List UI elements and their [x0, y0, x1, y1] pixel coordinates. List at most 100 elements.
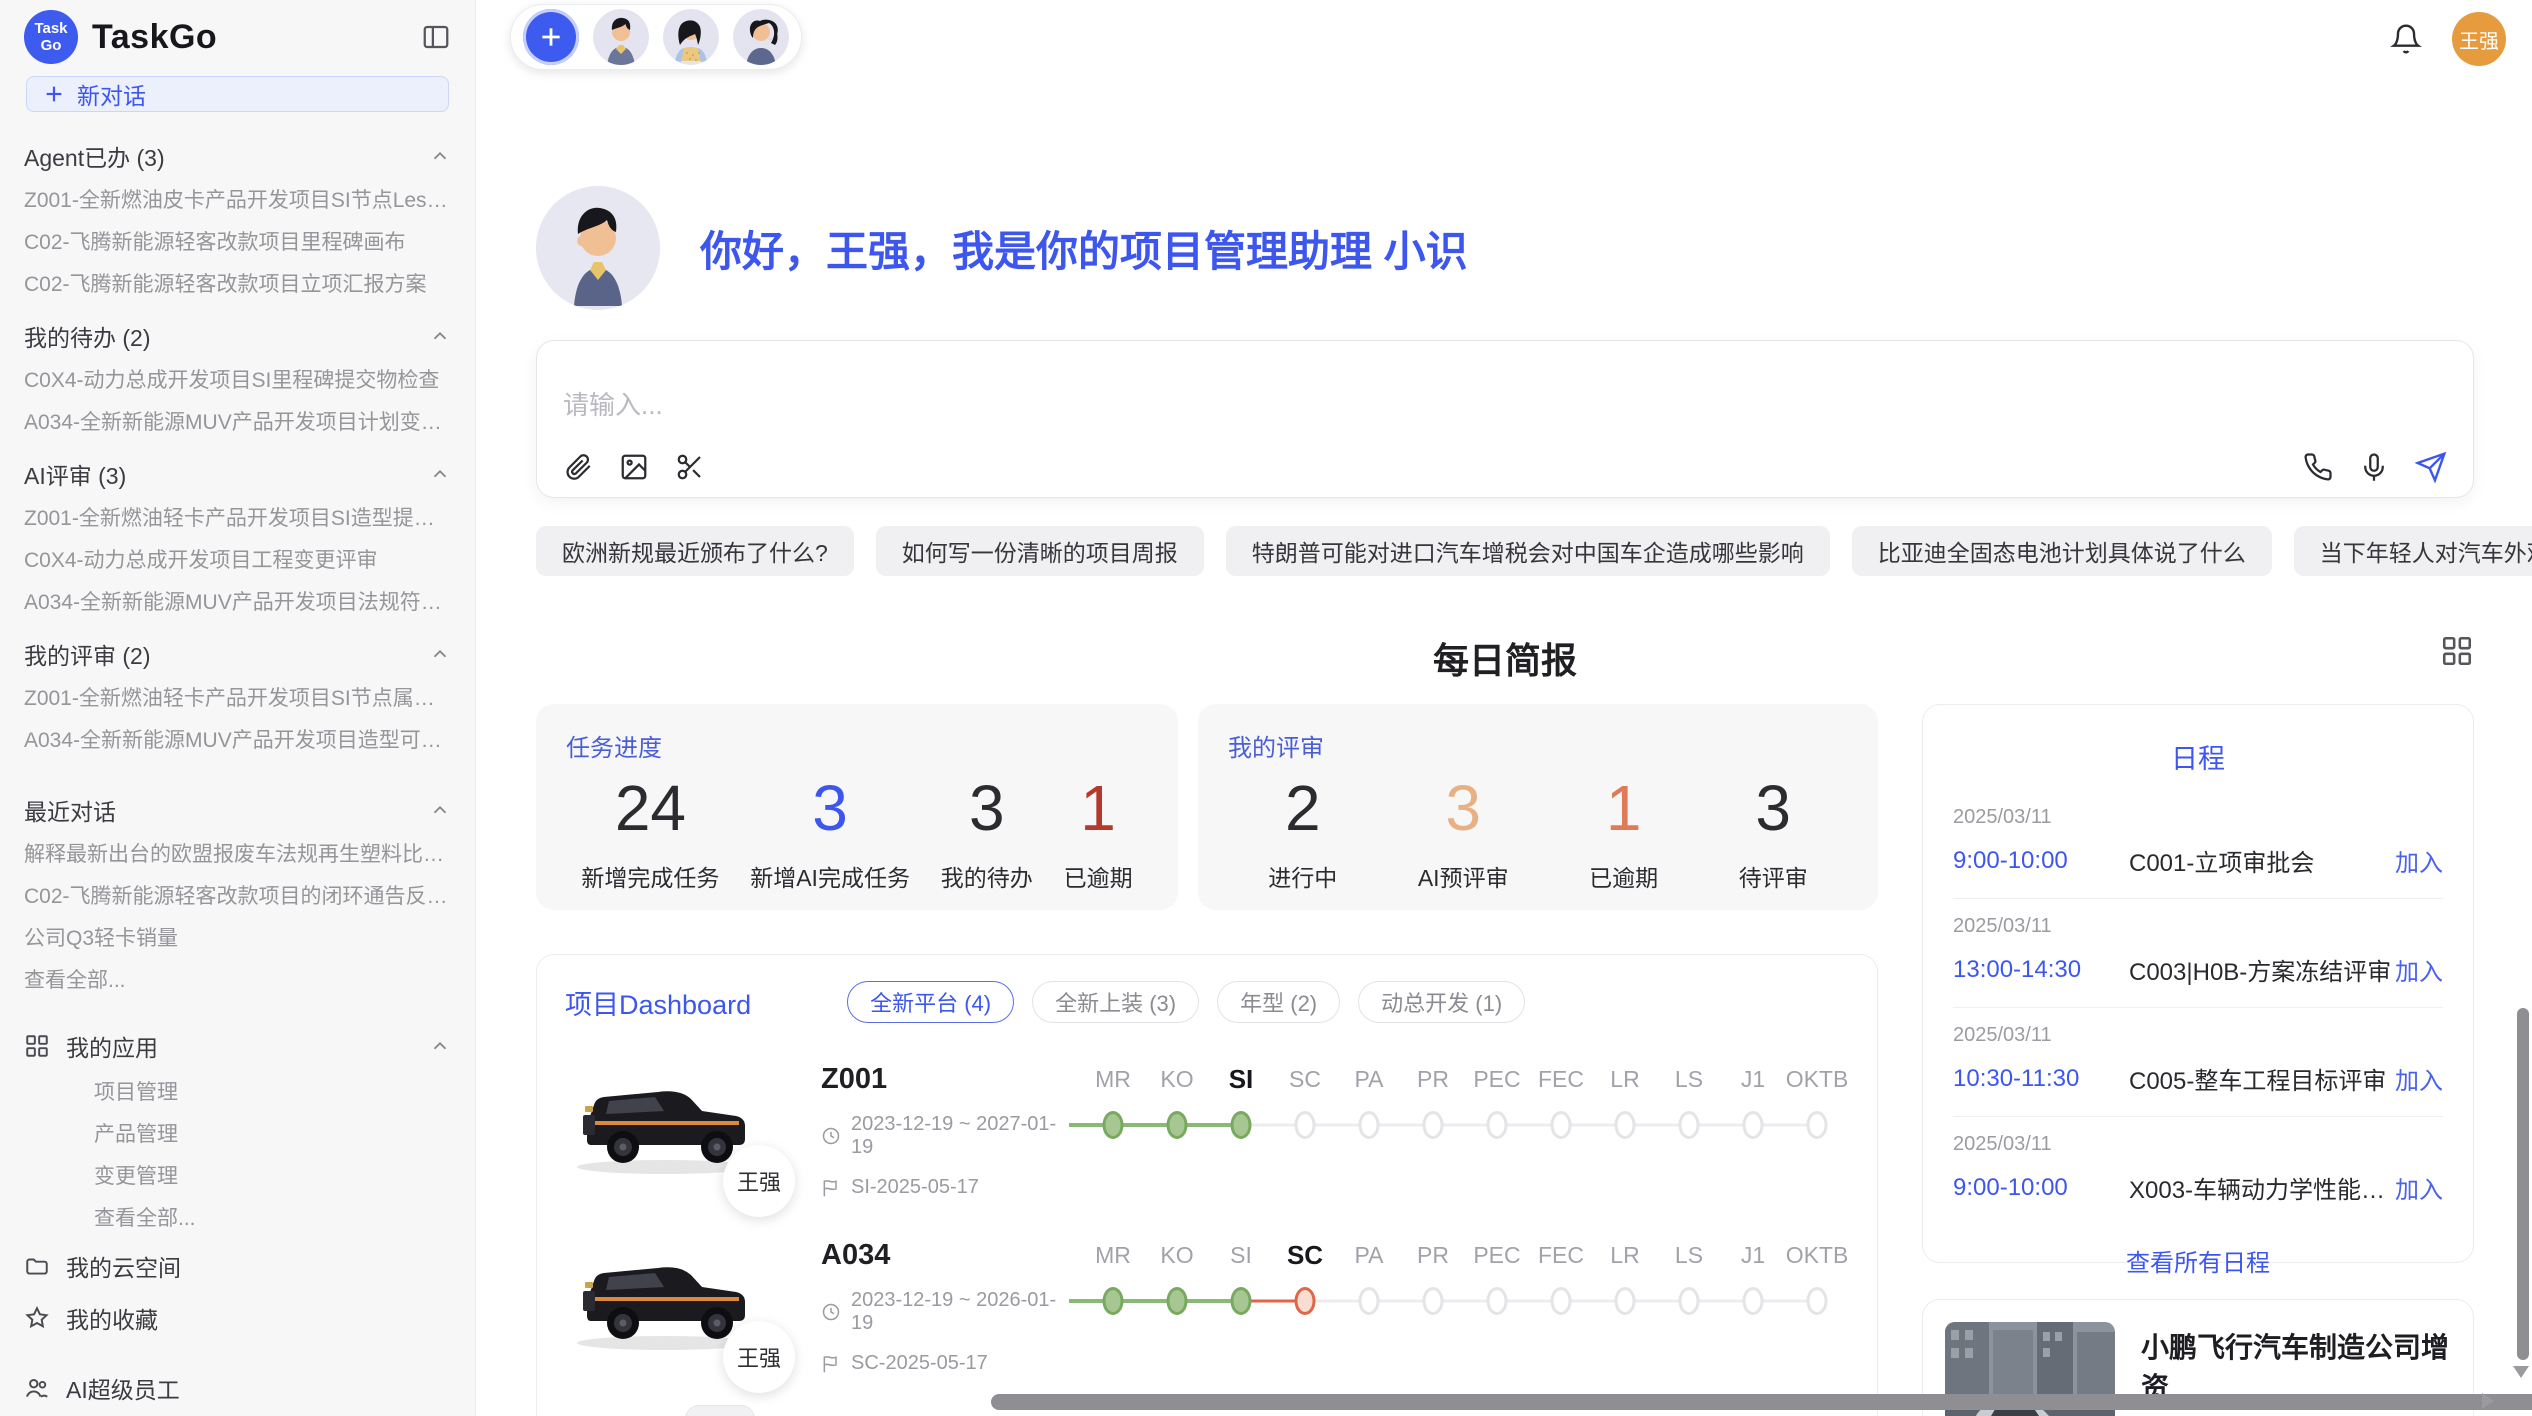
teammate-avatar-3[interactable] [733, 9, 789, 65]
app-sub-item[interactable]: 产品管理 [24, 1114, 451, 1156]
milestone-label: MR [1081, 1237, 1145, 1273]
stat-item: 24新增完成任务 [581, 771, 719, 893]
stat-value: 2 [1268, 771, 1337, 845]
dashboard-filter-chip[interactable]: 全新上装 (3) [1032, 981, 1199, 1023]
project-flag-row: SI-2025-05-17 [821, 1176, 1075, 1199]
sidebar-recent-header[interactable]: 最近对话 [24, 786, 451, 834]
phone-call-icon[interactable] [2303, 452, 2333, 482]
logo-text-bottom: Go [41, 37, 62, 54]
milestone-mr: MR [1081, 1237, 1145, 1321]
attachment-icon[interactable] [563, 452, 593, 482]
sidebar-task-item[interactable]: Z001-全新燃油轻卡产品开发项目SI造型提交物评审 [24, 498, 451, 540]
sidebar-link-cloud-folder[interactable]: 我的云空间 [24, 1240, 451, 1292]
app-sub-item[interactable]: 查看全部... [24, 1198, 451, 1240]
stat-value: 1 [1589, 771, 1658, 845]
sidebar-tool-users[interactable]: AI超级员工 [24, 1362, 451, 1414]
chevron-up-icon[interactable] [429, 1035, 451, 1057]
sidebar-task-item[interactable]: C02-飞腾新能源轻客改款项目立项汇报方案 [24, 264, 451, 306]
recent-chat-item[interactable]: C02-飞腾新能源轻客改款项目的闭环通告反馈情况 [24, 876, 451, 918]
project-row[interactable]: 王强A0342023-12-19 ~ 2026-01-19SC-2025-05-… [565, 1235, 1849, 1375]
send-icon[interactable] [2415, 451, 2447, 483]
add-member-button[interactable] [523, 9, 579, 65]
sidebar-task-item[interactable]: Z001-全新燃油轻卡产品开发项目SI节点属性5D文件评审 [24, 678, 451, 720]
scissors-icon[interactable] [675, 452, 705, 482]
stat-value: 3 [1739, 771, 1808, 845]
image-icon[interactable] [619, 452, 649, 482]
sidebar-task-item[interactable]: A034-全新新能源MUV产品开发项目法规符合性评审 [24, 582, 451, 624]
scroll-down-arrow[interactable] [2513, 1366, 2529, 1378]
sidebar-section-2-header[interactable]: AI评审 (3) [24, 450, 451, 498]
teammate-avatar-2[interactable] [663, 9, 719, 65]
sidebar-section-0-header[interactable]: Agent已办 (3) [24, 132, 451, 180]
sidebar-task-item[interactable]: Z001-全新燃油皮卡产品开发项目SI节点Lesson Learn报告 [24, 180, 451, 222]
microphone-icon[interactable] [2359, 452, 2389, 482]
new-chat-button[interactable]: 新对话 [26, 76, 449, 112]
suggestion-chip[interactable]: 当下年轻人对汽车外观有怎样的喜好趋势 [2294, 526, 2532, 576]
chevron-up-icon[interactable] [429, 463, 451, 485]
greeting-block: 你好，王强，我是你的项目管理助理 小识 [536, 186, 2474, 310]
sidebar-task-item[interactable]: C02-飞腾新能源轻客改款项目里程碑画布 [24, 222, 451, 264]
chevron-up-icon[interactable] [429, 145, 451, 167]
sidebar-collapse-icon[interactable] [421, 22, 451, 52]
schedule-list: 2025/03/119:00-10:00C001-立项审批会加入 2025/03/… [1953, 790, 2443, 1225]
recent-chat-item[interactable]: 查看全部... [24, 960, 451, 1002]
sidebar-section-3-header[interactable]: 我的评审 (2) [24, 630, 451, 678]
view-all-schedule-link[interactable]: 查看所有日程 [1953, 1243, 2443, 1278]
chevron-up-icon[interactable] [429, 799, 451, 821]
horizontal-scrollbar-thumb[interactable] [991, 1394, 2532, 1410]
milestone-sc: SC [1273, 1237, 1337, 1321]
schedule-join-link[interactable]: 加入 [2395, 1061, 2443, 1096]
app-sub-item[interactable]: 变更管理 [24, 1156, 451, 1198]
schedule-date: 2025/03/11 [1953, 1024, 2443, 1047]
schedule-join-link[interactable]: 加入 [2395, 952, 2443, 987]
stat-item: 1已逾期 [1064, 771, 1133, 893]
app-logo: Task Go [24, 10, 78, 64]
milestone-label: FEC [1529, 1061, 1593, 1097]
stat-value: 1 [1064, 771, 1133, 845]
milestone-label: PA [1337, 1061, 1401, 1097]
main-content: 你好，王强，我是你的项目管理助理 小识 [476, 0, 2532, 1416]
user-avatar[interactable]: 王强 [2452, 12, 2506, 66]
stat-card-1: 我的评审2进行中3AI预评审1已逾期3待评审 [1198, 704, 1878, 910]
teammate-avatar-1[interactable] [593, 9, 649, 65]
chevron-up-icon[interactable] [429, 643, 451, 665]
project-row[interactable]: 王强Z0012023-12-19 ~ 2027-01-19SI-2025-05-… [565, 1059, 1849, 1199]
project-dates: 2023-12-19 ~ 2027-01-19 [851, 1113, 1075, 1159]
suggestion-chip[interactable]: 如何写一份清晰的项目周报 [876, 526, 1204, 576]
chevron-up-icon[interactable] [429, 325, 451, 347]
schedule-row: 9:00-10:00X003-车辆动力学性能验...加入 [1953, 1170, 2443, 1205]
notification-bell-icon[interactable] [2390, 23, 2422, 55]
schedule-join-link[interactable]: 加入 [2395, 1170, 2443, 1205]
dashboard-filter-chip[interactable]: 动总开发 (1) [1358, 981, 1525, 1023]
schedule-join-link[interactable]: 加入 [2395, 843, 2443, 878]
app-sub-item[interactable]: 项目管理 [24, 1072, 451, 1114]
project-dates: 2023-12-19 ~ 2026-01-19 [851, 1289, 1075, 1335]
milestone-label: KO [1145, 1237, 1209, 1273]
milestone-label: OKTB [1785, 1061, 1849, 1097]
suggestion-chip[interactable]: 欧洲新规最近颁布了什么? [536, 526, 854, 576]
sidebar-task-item[interactable]: A034-全新新能源MUV产品开发项目造型可行性评审 [24, 720, 451, 762]
schedule-item: 2025/03/119:00-10:00C001-立项审批会加入 [1953, 790, 2443, 899]
schedule-row: 13:00-14:30C003|H0B-方案冻结评审加入 [1953, 952, 2443, 987]
recent-chat-item[interactable]: 解释最新出台的欧盟报废车法规再生塑料比例被调至15%... [24, 834, 451, 876]
chat-input[interactable] [563, 385, 2447, 451]
sidebar-task-item[interactable]: C0X4-动力总成开发项目SI里程碑提交物检查 [24, 360, 451, 402]
layout-grid-icon[interactable] [2440, 634, 2474, 673]
schedule-name: C003|H0B-方案冻结评审 [2129, 952, 2395, 987]
suggestion-chip[interactable]: 比亚迪全固态电池计划具体说了什么 [1852, 526, 2272, 576]
sidebar-item-my-apps[interactable]: 我的应用 [24, 1020, 451, 1072]
suggestion-chip[interactable]: 特朗普可能对进口汽车增税会对中国车企造成哪些影响 [1226, 526, 1830, 576]
dashboard-filter-chip[interactable]: 全新平台 (4) [847, 981, 1014, 1023]
sidebar-link-star[interactable]: 我的收藏 [24, 1292, 451, 1344]
milestone-dot [1615, 1111, 1636, 1139]
dashboard-filter-chip[interactable]: 年型 (2) [1217, 981, 1340, 1023]
schedule-name: C001-立项审批会 [2129, 843, 2395, 878]
app-window: Task Go TaskGo 新对话 Agent已办 (3)Z001-全新燃油皮… [0, 0, 2532, 1416]
stat-item: 2进行中 [1268, 771, 1337, 893]
vertical-scrollbar-thumb[interactable] [2517, 1008, 2529, 1360]
sidebar-task-item[interactable]: A034-全新新能源MUV产品开发项目计划变更表编写 [24, 402, 451, 444]
sidebar-task-item[interactable]: C0X4-动力总成开发项目工程变更评审 [24, 540, 451, 582]
sidebar-section-1-header[interactable]: 我的待办 (2) [24, 312, 451, 360]
scroll-right-arrow[interactable] [2482, 1393, 2494, 1409]
recent-chat-item[interactable]: 公司Q3轻卡销量 [24, 918, 451, 960]
